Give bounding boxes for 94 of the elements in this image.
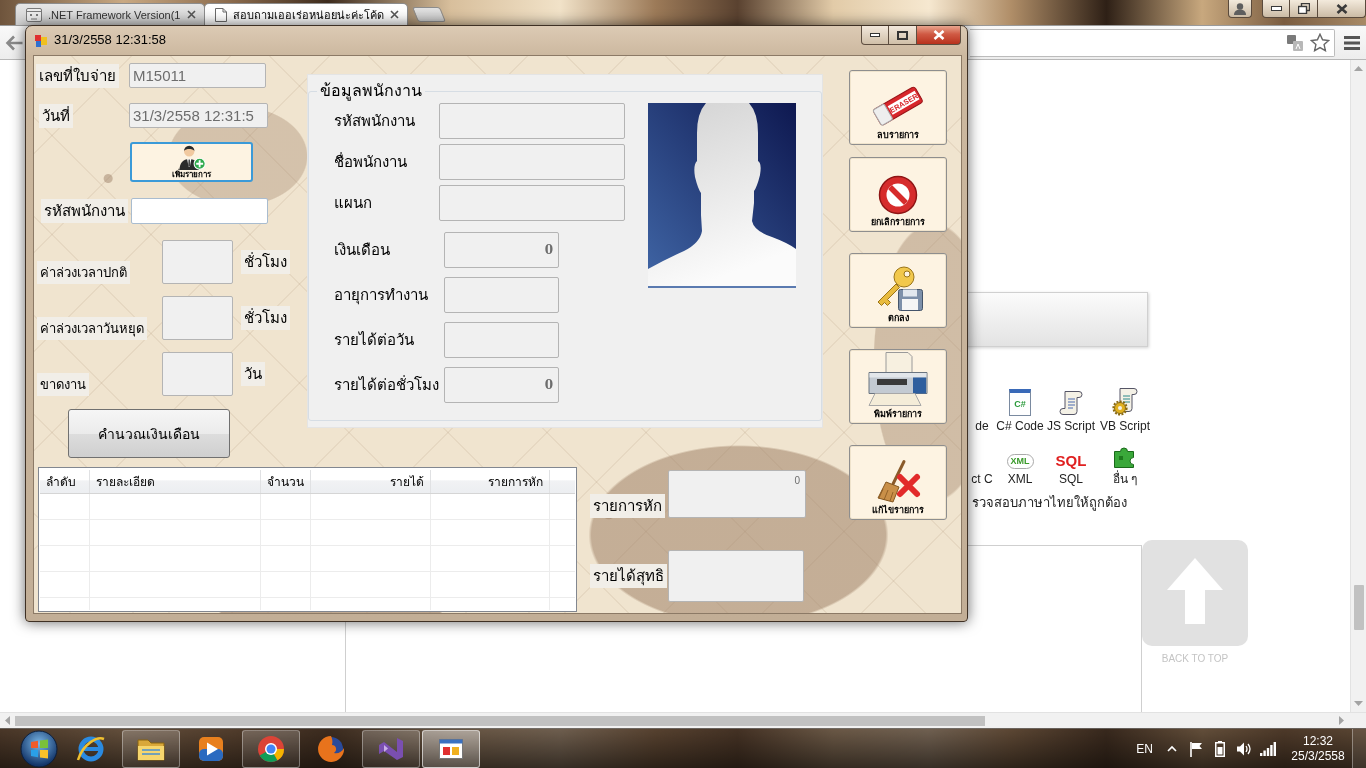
file-badge: C# <box>1009 389 1031 416</box>
calculate-button[interactable]: คำนวณเงินเดือน <box>68 409 230 458</box>
field-label: รายการหัก <box>590 494 665 518</box>
browser-tab[interactable]: สอบถามเออเร่อหน่อยน่ะค่ะโค้ด <box>204 3 408 25</box>
field-label: รายได้สุทธิ <box>590 564 667 588</box>
unit-label: วัน <box>241 362 265 387</box>
close-icon <box>1335 3 1348 14</box>
start-button[interactable] <box>20 729 58 768</box>
field-label: ค่าล่วงเวลาปกติ <box>37 261 130 285</box>
circle-logo-icon <box>256 733 286 764</box>
language-link[interactable]: SQL SQL <box>1045 438 1097 486</box>
unit-label: ชั่วโมง <box>241 250 290 275</box>
data-grid[interactable]: ลำดับ รายละเอียด จำนวน รายได้ รายการหัก <box>38 467 577 612</box>
field-label: รหัสพนักงาน <box>334 111 415 131</box>
app-icon <box>35 35 47 47</box>
printer-icon <box>866 351 930 407</box>
field-label: รายได้ต่อวัน <box>334 330 414 350</box>
field-label: วันที่ <box>39 103 73 128</box>
field-label: ชื่อพนักงาน <box>334 152 407 172</box>
language-link[interactable]: C# C# Code <box>995 385 1045 433</box>
close-button[interactable] <box>917 26 961 45</box>
logo-text: SQL <box>1055 452 1087 469</box>
show-desktop-button[interactable] <box>1352 729 1366 768</box>
column-header[interactable]: จำนวน <box>261 470 311 493</box>
page-icon <box>215 7 227 22</box>
minimize-icon <box>870 33 880 37</box>
star-icon[interactable] <box>1310 33 1330 52</box>
clock-time[interactable]: 12:32 <box>1303 733 1333 749</box>
signal-icon[interactable] <box>1260 741 1276 756</box>
add-button[interactable]: เพิ่มรายการ <box>130 142 253 183</box>
minimize-button[interactable] <box>861 26 889 45</box>
restore-button[interactable] <box>1290 0 1318 18</box>
field-label: ค่าล่วงเวลาวันหยุด <box>37 317 147 341</box>
language-link[interactable]: VB Script <box>1097 385 1153 433</box>
translate-icon[interactable] <box>1287 34 1303 51</box>
maximize-button[interactable] <box>889 26 917 45</box>
puzzle-icon <box>1113 445 1137 469</box>
scrollbar-thumb[interactable] <box>1353 585 1364 630</box>
language-link[interactable]: JS Script <box>1045 385 1097 433</box>
scroll-icon <box>1059 390 1083 416</box>
window-title: 31/3/2558 12:31:58 <box>54 32 167 48</box>
profile-button[interactable] <box>1228 0 1252 18</box>
minimize-button[interactable] <box>1262 0 1290 18</box>
speaker-icon[interactable] <box>1236 741 1252 756</box>
column-header[interactable]: รายได้ <box>311 470 431 493</box>
column-header[interactable]: รายละเอียด <box>90 470 261 493</box>
field-label: อายุการทำงาน <box>334 285 428 305</box>
language-link[interactable]: XML XML <box>995 438 1045 486</box>
print-button[interactable]: พิมพ์รายการ <box>849 349 947 424</box>
field-label: ขาดงาน <box>37 373 89 397</box>
language-link[interactable]: อื่น ๆ <box>1097 438 1153 486</box>
flag-icon[interactable] <box>1189 740 1203 757</box>
page-text: รวจสอบภาษาไทยให้ถูกต้อง <box>972 494 1128 511</box>
unit-label: ชั่วโมง <box>241 306 290 331</box>
taskbar-button[interactable] <box>122 729 180 768</box>
windows-logo-icon <box>20 729 58 768</box>
edit-button[interactable]: แก้ไขรายการ <box>849 445 947 520</box>
group-title: ข้อมูลพนักงาน <box>319 81 423 101</box>
close-button[interactable] <box>1318 0 1366 18</box>
globe-icon <box>316 733 346 764</box>
scrollbar-thumb[interactable] <box>15 715 985 726</box>
field-label: รายได้ต่อชั่วโมง <box>334 375 439 395</box>
clock-date[interactable]: 25/3/2558 <box>1291 748 1345 764</box>
ok-button[interactable]: ตกลง <box>849 253 947 328</box>
language-link[interactable]: ct C <box>969 438 995 486</box>
field-label: เงินเดือน <box>334 240 390 260</box>
language-link[interactable]: de <box>969 385 995 433</box>
browser-tab[interactable]: .NET Framework Version(1 <box>15 3 205 25</box>
field-label: แผนก <box>334 193 372 213</box>
close-icon[interactable] <box>187 10 196 19</box>
caret-icon[interactable] <box>1167 745 1177 752</box>
language-indicator[interactable]: EN <box>1136 741 1153 756</box>
column-header[interactable]: รายการหัก <box>431 470 550 493</box>
taskbar-button[interactable] <box>422 729 480 768</box>
field-label: รหัสพนักงาน <box>41 199 128 224</box>
column-header[interactable]: ลำดับ <box>40 470 90 493</box>
person-icon <box>1233 2 1247 15</box>
text-field[interactable] <box>131 198 268 225</box>
cancel-button[interactable]: ยกเลิกรายการ <box>849 157 947 232</box>
back-icon[interactable] <box>5 34 23 51</box>
menu-icon[interactable] <box>1344 35 1360 50</box>
minimize-icon <box>1270 6 1282 11</box>
battery-icon[interactable] <box>1215 740 1225 757</box>
maximize-icon <box>897 30 908 40</box>
taskbar-button[interactable] <box>242 729 300 768</box>
close-icon[interactable] <box>390 10 399 19</box>
no-entry-icon <box>878 175 918 215</box>
scroll-gear-icon <box>1112 387 1138 416</box>
new-tab-button[interactable] <box>411 7 447 22</box>
broken-page-icon <box>26 7 42 22</box>
person-plus-icon <box>177 145 206 170</box>
restore-icon <box>1297 3 1310 14</box>
field-label: เลขที่ใบจ่าย <box>36 63 119 88</box>
close-icon <box>932 30 945 40</box>
